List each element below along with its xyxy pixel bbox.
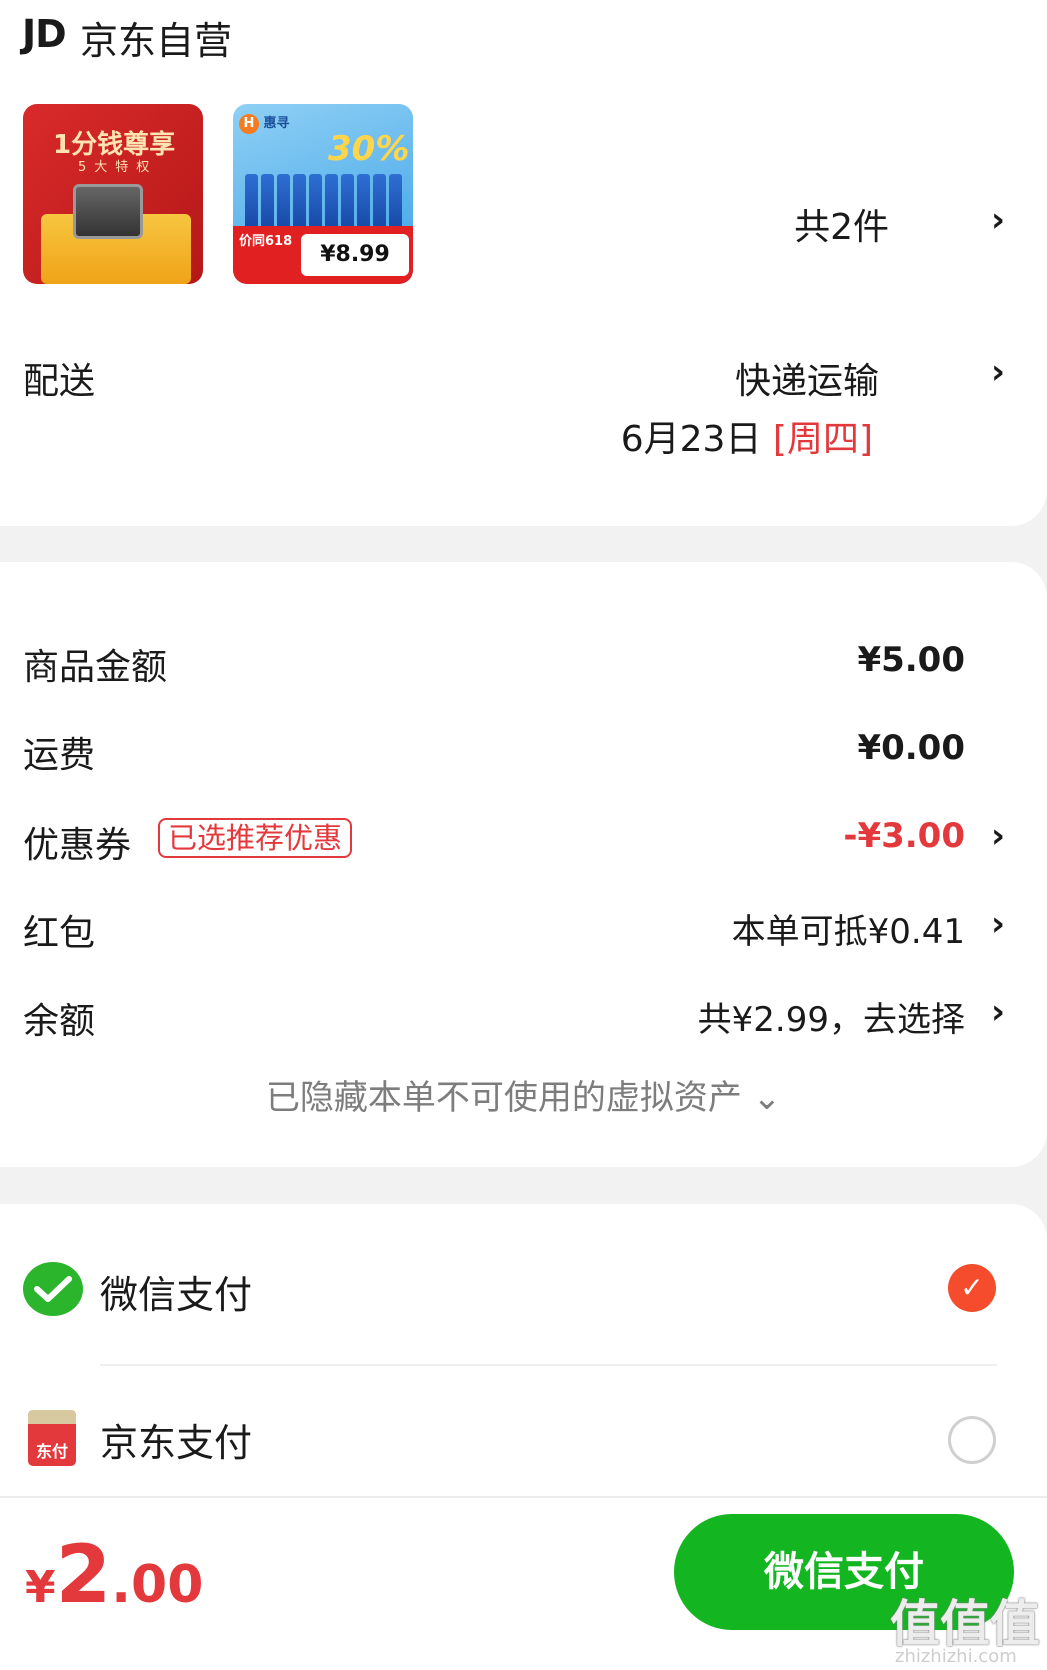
shipping-fee-label: 运费 (23, 735, 96, 776)
thumb2-promo: 30% (328, 129, 410, 169)
goods-amount-value: ¥5.00 (857, 640, 965, 680)
jd-pay-icon: 东付 (28, 1410, 76, 1466)
chevron-right-icon[interactable]: › (991, 992, 1005, 1032)
wechat-pay-icon (23, 1262, 83, 1316)
battery-graphic (341, 174, 354, 232)
goods-amount-label: 商品金额 (23, 647, 168, 688)
chevron-right-icon[interactable]: › (991, 904, 1005, 944)
balance-label: 余额 (23, 1001, 96, 1042)
amount-integer: 2 (55, 1528, 112, 1621)
coupon-value[interactable]: -¥3.00 (843, 816, 965, 856)
delivery-weekday: [周四] (772, 419, 873, 460)
shipping-fee-value: ¥0.00 (857, 728, 965, 768)
item-count[interactable]: 共2件 (794, 198, 889, 250)
store-name: 京东自营 (80, 19, 233, 63)
coupon-recommended-tag: 已选推荐优惠 (158, 818, 353, 858)
thumb2-promo-label: 价同618 (239, 234, 293, 249)
jd-pay-icon-text: 东付 (35, 1442, 68, 1461)
jd-pay-radio-unchecked[interactable] (948, 1416, 996, 1464)
total-amount: ¥2.00 (25, 1528, 203, 1621)
currency-symbol: ¥ (25, 1562, 56, 1613)
red-packet-value[interactable]: 本单可抵¥0.41 (732, 904, 965, 953)
battery-graphic (277, 174, 290, 232)
hidden-assets-toggle[interactable]: 已隐藏本单不可使用的虚拟资产 ⌄ (0, 1070, 1047, 1119)
delivery-date-text: 6月23日 (620, 419, 773, 460)
amount-decimal: .00 (111, 1555, 204, 1615)
battery-graphic (389, 174, 402, 232)
price-summary-card: 商品金额 ¥5.00 运费 ¥0.00 优惠券 已选推荐优惠 -¥3.00 › … (0, 562, 1047, 1167)
product-thumbnail-1[interactable]: 1分钱尊享 5大特权 (23, 104, 203, 284)
wechat-pay-radio-checked[interactable]: ✓ (948, 1264, 996, 1312)
battery-graphic (245, 174, 258, 232)
delivery-label: 配送 (23, 361, 96, 402)
thumb1-subtitle: 5大特权 (78, 160, 158, 175)
delivery-method[interactable]: 快递运输 (735, 352, 879, 404)
chevron-right-icon[interactable]: › (991, 352, 1005, 392)
chevron-right-icon[interactable]: › (991, 200, 1005, 240)
order-items-card: JD 京东自营 1分钱尊享 5大特权 H 惠寻 30% 价同618 ¥8.99 … (0, 0, 1047, 526)
battery-graphic (373, 174, 386, 232)
watermark-site: zhizhizhi.com (895, 1646, 1017, 1667)
delivery-date[interactable]: 6月23日 [周四] (621, 410, 873, 462)
thumb2-price: ¥8.99 (301, 234, 409, 276)
jd-pay-label[interactable]: 京东支付 (100, 1412, 252, 1467)
chevron-right-icon[interactable]: › (991, 816, 1005, 856)
product-thumbnail-2[interactable]: H 惠寻 30% 价同618 ¥8.99 (233, 104, 413, 284)
battery-graphic (309, 174, 322, 232)
huixun-logo: H 惠寻 (239, 112, 290, 134)
battery-graphic (293, 174, 306, 232)
payment-methods-card: 微信支付 ✓ 东付 京东支付 (0, 1204, 1047, 1504)
coupon-label: 优惠券 (23, 825, 132, 866)
divider (100, 1364, 997, 1366)
checkout-bar: ¥2.00 微信支付 值值值 zhizhizhi.com (0, 1496, 1047, 1670)
red-packet-label: 红包 (23, 913, 96, 954)
oven-graphic (73, 184, 143, 239)
battery-graphic (261, 174, 274, 232)
battery-graphic (357, 174, 370, 232)
balance-value[interactable]: 共¥2.99，去选择 (698, 992, 965, 1041)
jd-logo: JD (22, 12, 67, 56)
battery-graphic (325, 174, 338, 232)
wechat-pay-label[interactable]: 微信支付 (100, 1264, 252, 1319)
